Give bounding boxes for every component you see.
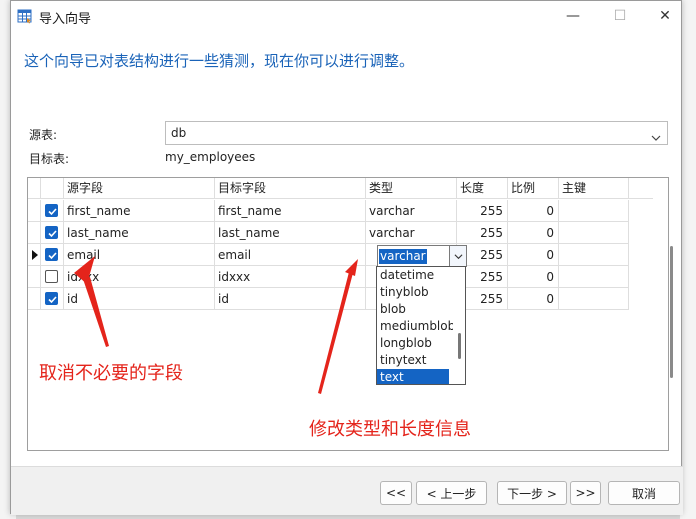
- include-field-checkbox[interactable]: [45, 226, 58, 239]
- source-field-cell: id: [64, 288, 215, 310]
- annotation-uncheck-fields: 取消不必要的字段: [39, 363, 183, 384]
- column-header-scale[interactable]: 比例: [508, 178, 559, 199]
- row-indicator: [28, 266, 41, 288]
- table-row[interactable]: id id 255 0: [28, 288, 653, 310]
- type-dropdown-list[interactable]: datetime tinyblob blob mediumblob longbl…: [376, 266, 466, 385]
- wizard-instruction: 这个向导已对表结构进行一些猜测，现在你可以进行调整。: [24, 52, 415, 70]
- primary-key-cell[interactable]: [559, 288, 629, 310]
- target-table-value: my_employees: [165, 150, 256, 164]
- row-indicator: [28, 288, 41, 310]
- source-field-cell: first_name: [64, 200, 215, 222]
- column-header-length[interactable]: 长度: [457, 178, 508, 199]
- chevron-down-icon: [651, 128, 661, 141]
- table-row[interactable]: idxxx idxxx 255 0: [28, 266, 653, 288]
- field-mapping-grid: 源字段 目标字段 类型 长度 比例 主键 first_name first_na…: [27, 177, 673, 451]
- length-cell[interactable]: 255: [457, 200, 508, 222]
- type-dropdown-button[interactable]: [449, 246, 466, 266]
- source-field-cell: idxxx: [64, 266, 215, 288]
- target-field-cell[interactable]: last_name: [215, 222, 366, 244]
- background-window-strip-right: [680, 0, 696, 519]
- first-step-button[interactable]: <<: [380, 481, 412, 505]
- annotation-modify-type: 修改类型和长度信息: [309, 419, 471, 440]
- scale-cell[interactable]: 0: [508, 288, 559, 310]
- primary-key-cell[interactable]: [559, 222, 629, 244]
- previous-step-button[interactable]: < 上一步: [416, 481, 487, 505]
- scale-cell[interactable]: 0: [508, 222, 559, 244]
- current-row-arrow-icon: [32, 250, 38, 260]
- include-field-checkbox[interactable]: [45, 292, 58, 305]
- scale-cell[interactable]: 0: [508, 244, 559, 266]
- type-option[interactable]: blob: [377, 301, 453, 318]
- source-field-cell: email: [64, 244, 215, 266]
- grid-check-header: [41, 178, 64, 199]
- next-step-button[interactable]: 下一步 >: [497, 481, 567, 505]
- include-field-checkbox[interactable]: [45, 248, 58, 261]
- target-field-cell[interactable]: email: [215, 244, 366, 266]
- primary-key-cell[interactable]: [559, 266, 629, 288]
- type-option[interactable]: tinytext: [377, 352, 453, 369]
- dropdown-scrollbar[interactable]: [458, 333, 461, 359]
- table-grid-icon: [17, 8, 33, 24]
- row-indicator: [28, 200, 41, 222]
- primary-key-cell[interactable]: [559, 244, 629, 266]
- column-header-target[interactable]: 目标字段: [215, 178, 366, 199]
- source-table-label: 源表:: [29, 128, 58, 142]
- source-table-select[interactable]: db: [165, 121, 668, 145]
- source-table-value: db: [171, 126, 187, 140]
- wizard-button-bar: << < 上一步 下一步 > >> 取消: [11, 466, 683, 515]
- last-step-button[interactable]: >>: [570, 481, 601, 505]
- type-option[interactable]: longblob: [377, 335, 453, 352]
- scale-cell[interactable]: 0: [508, 266, 559, 288]
- row-indicator: [28, 222, 41, 244]
- grid-corner: [28, 178, 41, 199]
- target-table-label: 目标表:: [29, 152, 70, 166]
- grid-vertical-scrollbar[interactable]: [670, 246, 673, 378]
- type-option-selected[interactable]: text: [377, 369, 449, 384]
- chevron-down-icon: [454, 253, 462, 259]
- type-cell[interactable]: varchar: [366, 222, 457, 244]
- target-field-cell[interactable]: first_name: [215, 200, 366, 222]
- source-field-cell: last_name: [64, 222, 215, 244]
- include-field-checkbox[interactable]: [45, 270, 58, 283]
- column-header-type[interactable]: 类型: [366, 178, 457, 199]
- close-button[interactable]: ✕: [643, 3, 687, 29]
- target-field-cell[interactable]: idxxx: [215, 266, 366, 288]
- target-field-cell[interactable]: id: [215, 288, 366, 310]
- import-wizard-window: 导入向导 — ☐ ✕ 这个向导已对表结构进行一些猜测，现在你可以进行调整。 源表…: [10, 0, 683, 515]
- type-cell[interactable]: varchar: [366, 200, 457, 222]
- type-combo-editor[interactable]: varchar: [377, 245, 467, 267]
- type-option[interactable]: tinyblob: [377, 284, 453, 301]
- table-row[interactable]: first_name first_name varchar 255 0: [28, 200, 653, 222]
- column-header-primary-key[interactable]: 主键: [559, 178, 629, 199]
- scale-cell[interactable]: 0: [508, 200, 559, 222]
- minimize-button[interactable]: —: [551, 3, 595, 29]
- include-field-checkbox[interactable]: [45, 204, 58, 217]
- column-header-source[interactable]: 源字段: [64, 178, 215, 199]
- maximize-button[interactable]: ☐: [598, 3, 642, 29]
- table-row-current[interactable]: email email 255 0: [28, 244, 653, 266]
- window-title: 导入向导: [39, 12, 92, 27]
- grid-header-row: 源字段 目标字段 类型 长度 比例 主键: [28, 178, 653, 199]
- type-editor-value[interactable]: varchar: [379, 249, 427, 264]
- primary-key-cell[interactable]: [559, 200, 629, 222]
- title-bar[interactable]: 导入向导 — ☐ ✕: [11, 1, 681, 31]
- type-option[interactable]: mediumblob: [377, 318, 453, 335]
- table-row[interactable]: last_name last_name varchar 255 0: [28, 222, 653, 244]
- type-option[interactable]: datetime: [377, 267, 453, 284]
- length-cell[interactable]: 255: [457, 222, 508, 244]
- cancel-button[interactable]: 取消: [608, 481, 680, 505]
